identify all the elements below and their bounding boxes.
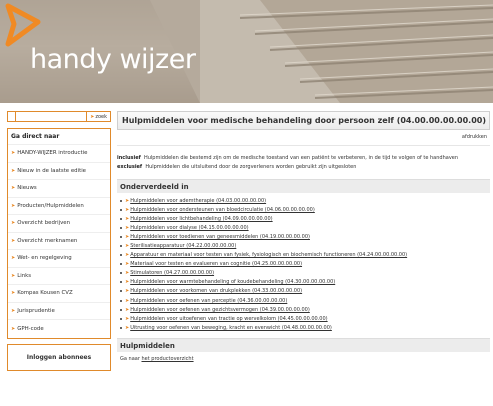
arrow-right-icon: ➤: [125, 270, 130, 277]
goto-line: Ga naar het productoverzicht: [120, 356, 194, 363]
subcategory-item[interactable]: ➤ Hulpmiddelen voor warmtebehandeling of …: [120, 278, 490, 287]
bullet-icon: [120, 226, 122, 229]
scope-description: inclusief Hulpmiddelen die bestemd zijn …: [117, 146, 490, 172]
search-bar: ➤ zoek: [7, 111, 111, 122]
sidebar: ➤ zoek Ga direct naar ➤ HANDY-WIJZER intr…: [7, 111, 111, 371]
nav-item-links[interactable]: ➤ Links: [8, 268, 110, 285]
arrow-right-icon: ➤: [11, 202, 16, 209]
aids-heading: Hulpmiddelen: [117, 338, 490, 353]
arrow-right-icon: ➤: [125, 306, 130, 313]
search-checkbox[interactable]: [8, 112, 16, 121]
quick-nav-title: Ga direct naar: [8, 129, 110, 145]
bullet-icon: [120, 199, 122, 202]
subcategory-item[interactable]: ➤ Hulpmiddelen voor ondersteunen van bloe…: [120, 205, 490, 214]
nav-item-merknamen[interactable]: ➤ Overzicht merknamen: [8, 233, 110, 250]
bullet-icon: [120, 317, 122, 320]
subcategory-item[interactable]: ➤ Hulpmiddelen voor uitoefenen van tracti…: [120, 314, 490, 323]
subdivided-heading: Onderverdeeld in: [117, 179, 490, 193]
arrow-right-icon: ➤: [125, 315, 130, 322]
login-button[interactable]: Inloggen abonnees: [7, 343, 111, 371]
arrow-right-icon: ➤: [11, 307, 16, 314]
bullet-icon: [120, 281, 122, 284]
bullet-icon: [120, 208, 122, 211]
arrow-right-icon: ➤: [11, 325, 16, 332]
print-link: afdrukken: [117, 130, 490, 146]
site-logo-text[interactable]: handy wijzer: [30, 44, 196, 75]
arrow-right-icon: ➤: [11, 150, 16, 157]
subcategory-list: ➤ Hulpmiddelen voor ademtherapie (04.03.0…: [117, 193, 490, 332]
nav-item-introductie[interactable]: ➤ HANDY-WIJZER introductie: [8, 145, 110, 163]
bullet-icon: [120, 217, 122, 220]
subcategory-item[interactable]: ➤ Apparatuur en materiaal voor testen van…: [120, 251, 490, 260]
bullet-icon: [120, 272, 122, 275]
subcategory-item[interactable]: ➤ Hulpmiddelen voor lichtbehandeling (04.…: [120, 214, 490, 223]
arrow-right-icon: ➤: [11, 255, 16, 262]
main-content: Hulpmiddelen voor medische behandeling d…: [117, 111, 490, 362]
subcategory-item[interactable]: ➤ Hulpmiddelen voor oefenen van gezichtsv…: [120, 305, 490, 314]
arrow-right-icon: ➤: [125, 279, 130, 286]
search-button[interactable]: ➤ zoek: [86, 112, 110, 121]
arrow-right-icon: ➤: [11, 272, 16, 279]
arrow-right-icon: ➤: [125, 215, 130, 222]
logo-arrow-icon: [5, 3, 41, 47]
bullet-icon: [120, 299, 122, 302]
bullet-icon: [120, 235, 122, 238]
bullet-icon: [120, 245, 122, 248]
subcategory-item[interactable]: ➤ Hulpmiddelen voor dialyse (04.15.00.00.…: [120, 223, 490, 232]
arrow-right-icon: ➤: [125, 324, 130, 331]
print-link-label[interactable]: afdrukken: [462, 134, 487, 140]
arrow-right-icon: ➤: [11, 185, 16, 192]
subcategory-item[interactable]: ➤ Uitrusting voor oefenen van beweging, k…: [120, 323, 490, 332]
header-banner: handy wijzer: [0, 0, 493, 103]
bullet-icon: [120, 308, 122, 311]
arrow-right-icon: ➤: [90, 113, 95, 120]
arrow-right-icon: ➤: [11, 290, 16, 297]
exclusief-line: exclusief Hulpmiddelen die uitsluitend d…: [117, 164, 357, 170]
arrow-right-icon: ➤: [125, 243, 130, 250]
arrow-right-icon: ➤: [125, 233, 130, 240]
nav-item-nieuws[interactable]: ➤ Nieuws: [8, 180, 110, 198]
product-overview-link[interactable]: het productoverzicht: [141, 356, 193, 362]
bullet-icon: [120, 254, 122, 257]
subcategory-item[interactable]: ➤ Hulpmiddelen voor ademtherapie (04.03.0…: [120, 196, 490, 205]
arrow-right-icon: ➤: [125, 261, 130, 268]
nav-item-regelgeving[interactable]: ➤ Wet- en regelgeving: [8, 250, 110, 268]
nav-item-jurisprudentie[interactable]: ➤ Jurisprudentie: [8, 303, 110, 320]
arrow-right-icon: ➤: [11, 237, 16, 244]
subcategory-item[interactable]: ➤ Hulpmiddelen voor toedienen van geneesm…: [120, 232, 490, 241]
nav-item-gph-code[interactable]: ➤ GPH-code: [8, 320, 110, 338]
bullet-icon: [120, 326, 122, 329]
arrow-right-icon: ➤: [125, 288, 130, 295]
nav-item-producten[interactable]: ➤ Producten/Hulpmiddelen: [8, 198, 110, 215]
inclusief-line: inclusief Hulpmiddelen die bestemd zijn …: [117, 155, 459, 161]
arrow-right-icon: ➤: [125, 197, 130, 204]
search-button-label: zoek: [95, 113, 107, 120]
arrow-right-icon: ➤: [125, 206, 130, 213]
subcategory-item[interactable]: ➤ Hulpmiddelen voor oefenen van perceptie…: [120, 296, 490, 305]
nav-item-kompas[interactable]: ➤ Kompas Kousen CVZ: [8, 285, 110, 303]
arrow-right-icon: ➤: [125, 252, 130, 259]
arrow-right-icon: ➤: [125, 297, 130, 304]
nav-item-nieuw[interactable]: ➤ Nieuw in de laatste editie: [8, 163, 110, 180]
arrow-right-icon: ➤: [125, 224, 130, 231]
subcategory-item[interactable]: ➤ Materiaal voor testen en evalueren van …: [120, 260, 490, 269]
bullet-icon: [120, 290, 122, 293]
subcategory-item[interactable]: ➤ Stimulatoren (04.27.00.00.00.00): [120, 269, 490, 278]
arrow-right-icon: ➤: [11, 220, 16, 227]
search-input[interactable]: [16, 112, 87, 121]
nav-item-bedrijven[interactable]: ➤ Overzicht bedrijven: [8, 215, 110, 233]
quick-nav: Ga direct naar ➤ HANDY-WIJZER introductie…: [7, 128, 111, 339]
subcategory-item[interactable]: ➤ Hulpmiddelen voor voorkomen van drukple…: [120, 287, 490, 296]
arrow-right-icon: ➤: [11, 167, 16, 174]
bullet-icon: [120, 263, 122, 266]
subcategory-item[interactable]: ➤ Sterilisatieapparatuur (04.22.00.00.00.…: [120, 241, 490, 250]
page-title: Hulpmiddelen voor medische behandeling d…: [117, 111, 490, 130]
